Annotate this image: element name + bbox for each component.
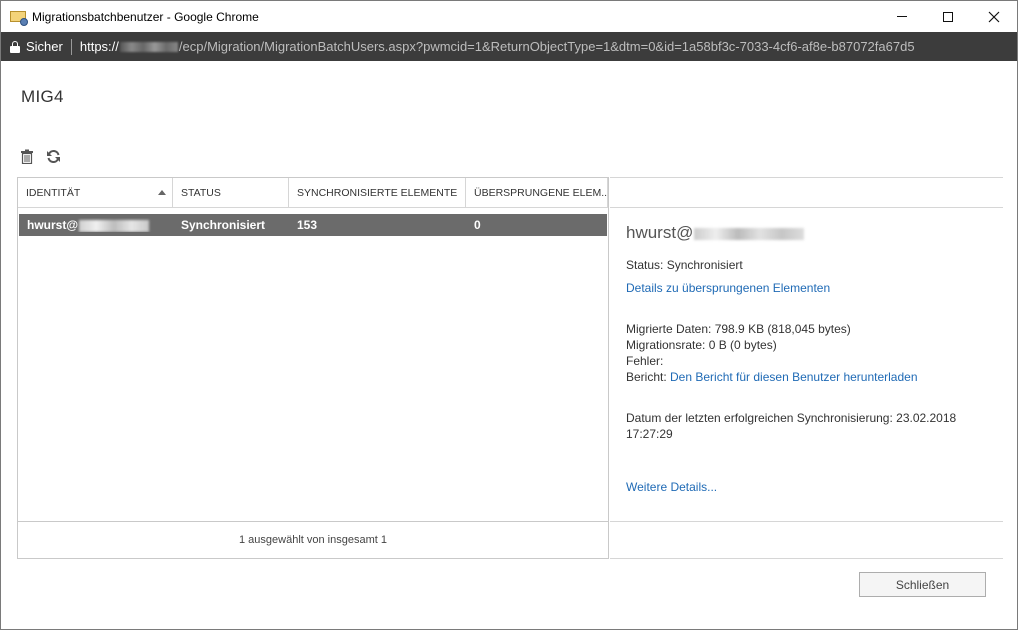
column-header-identity[interactable]: IDENTITÄT (18, 178, 173, 208)
refresh-icon (46, 149, 60, 163)
window-title: Migrationsbatchbenutzer - Google Chrome (32, 9, 259, 24)
address-separator (70, 38, 72, 55)
detail-header (610, 177, 1003, 208)
redacted-host (119, 41, 178, 52)
maximize-button[interactable] (925, 1, 971, 32)
close-button[interactable]: Schließen (859, 572, 986, 597)
detail-divider-bottom (610, 558, 1003, 559)
secure-label: Sicher (26, 39, 63, 54)
window-controls (879, 1, 1017, 32)
url-scheme: https:// (79, 39, 119, 54)
detail-content: hwurst@ Status: Synchronisiert Details z… (626, 223, 986, 495)
close-icon (988, 11, 1000, 22)
trash-icon (21, 149, 33, 164)
cell-synced: 153 (297, 218, 318, 232)
identity-text: hwurst@ (27, 218, 79, 232)
more-details-link[interactable]: Weitere Details... (626, 479, 986, 495)
close-window-button[interactable] (971, 1, 1017, 32)
minimize-button[interactable] (879, 1, 925, 32)
detail-user-name: hwurst@ (626, 223, 986, 245)
app-icon (10, 10, 28, 26)
column-label: SYNCHRONISIERTE ELEMENTE (297, 187, 458, 199)
table-row[interactable]: hwurst@ Synchronisiert 153 0 (19, 214, 607, 236)
skipped-items-link[interactable]: Details zu übersprungenen Elementen (626, 280, 986, 296)
detail-migration-rate: Migrationsrate: 0 B (0 bytes) (626, 338, 777, 352)
user-list-panel: IDENTITÄT STATUS SYNCHRONISIERTE ELEMENT… (17, 177, 609, 559)
column-header-status[interactable]: STATUS (173, 178, 289, 208)
browser-window: Migrationsbatchbenutzer - Google Chrome … (0, 0, 1018, 630)
cell-identity: hwurst@ (19, 218, 173, 232)
detail-divider (610, 521, 1003, 522)
detail-name-text: hwurst@ (626, 223, 694, 242)
toolbar (19, 147, 61, 165)
redacted-domain (79, 219, 150, 232)
cell-skipped: 0 (474, 218, 481, 232)
lock-icon (10, 40, 20, 53)
page-title: MIG4 (21, 87, 64, 106)
column-label: ÜBERSPRUNGENE ELEM... (474, 187, 608, 199)
detail-last-sync: Datum der letzten erfolgreichen Synchron… (626, 411, 957, 425)
address-bar[interactable]: Sicher https:// /ecp/Migration/Migration… (1, 32, 1017, 61)
column-label: IDENTITÄT (26, 187, 81, 199)
detail-migrated-data: Migrierte Daten: 798.9 KB (818,045 bytes… (626, 322, 851, 336)
minimize-icon (897, 16, 907, 17)
download-report-link[interactable]: Den Bericht für diesen Benutzer herunter… (670, 370, 917, 384)
selection-count: 1 ausgewählt von insgesamt 1 (18, 521, 608, 558)
url-path: /ecp/Migration/MigrationBatchUsers.aspx?… (178, 39, 915, 54)
maximize-icon (943, 11, 953, 22)
detail-panel: hwurst@ Status: Synchronisiert Details z… (610, 177, 1003, 559)
column-header-synced[interactable]: SYNCHRONISIERTE ELEMENTE (289, 178, 466, 208)
detail-report: Bericht: Den Bericht für diesen Benutzer… (626, 369, 986, 385)
column-label: STATUS (181, 187, 221, 199)
delete-button[interactable] (19, 148, 35, 164)
refresh-button[interactable] (45, 148, 61, 164)
cell-status: Synchronisiert (181, 218, 266, 232)
detail-errors: Fehler: (626, 354, 664, 368)
list-header: IDENTITÄT STATUS SYNCHRONISIERTE ELEMENT… (18, 178, 608, 208)
sort-ascending-icon (158, 190, 166, 195)
title-bar: Migrationsbatchbenutzer - Google Chrome (1, 1, 1017, 32)
report-label: Bericht: (626, 370, 671, 384)
detail-last-sync-time: 17:27:29 (626, 427, 673, 441)
detail-status: Status: Synchronisiert (626, 258, 743, 272)
redacted-domain (694, 227, 805, 240)
column-header-skipped[interactable]: ÜBERSPRUNGENE ELEM... (466, 178, 608, 208)
